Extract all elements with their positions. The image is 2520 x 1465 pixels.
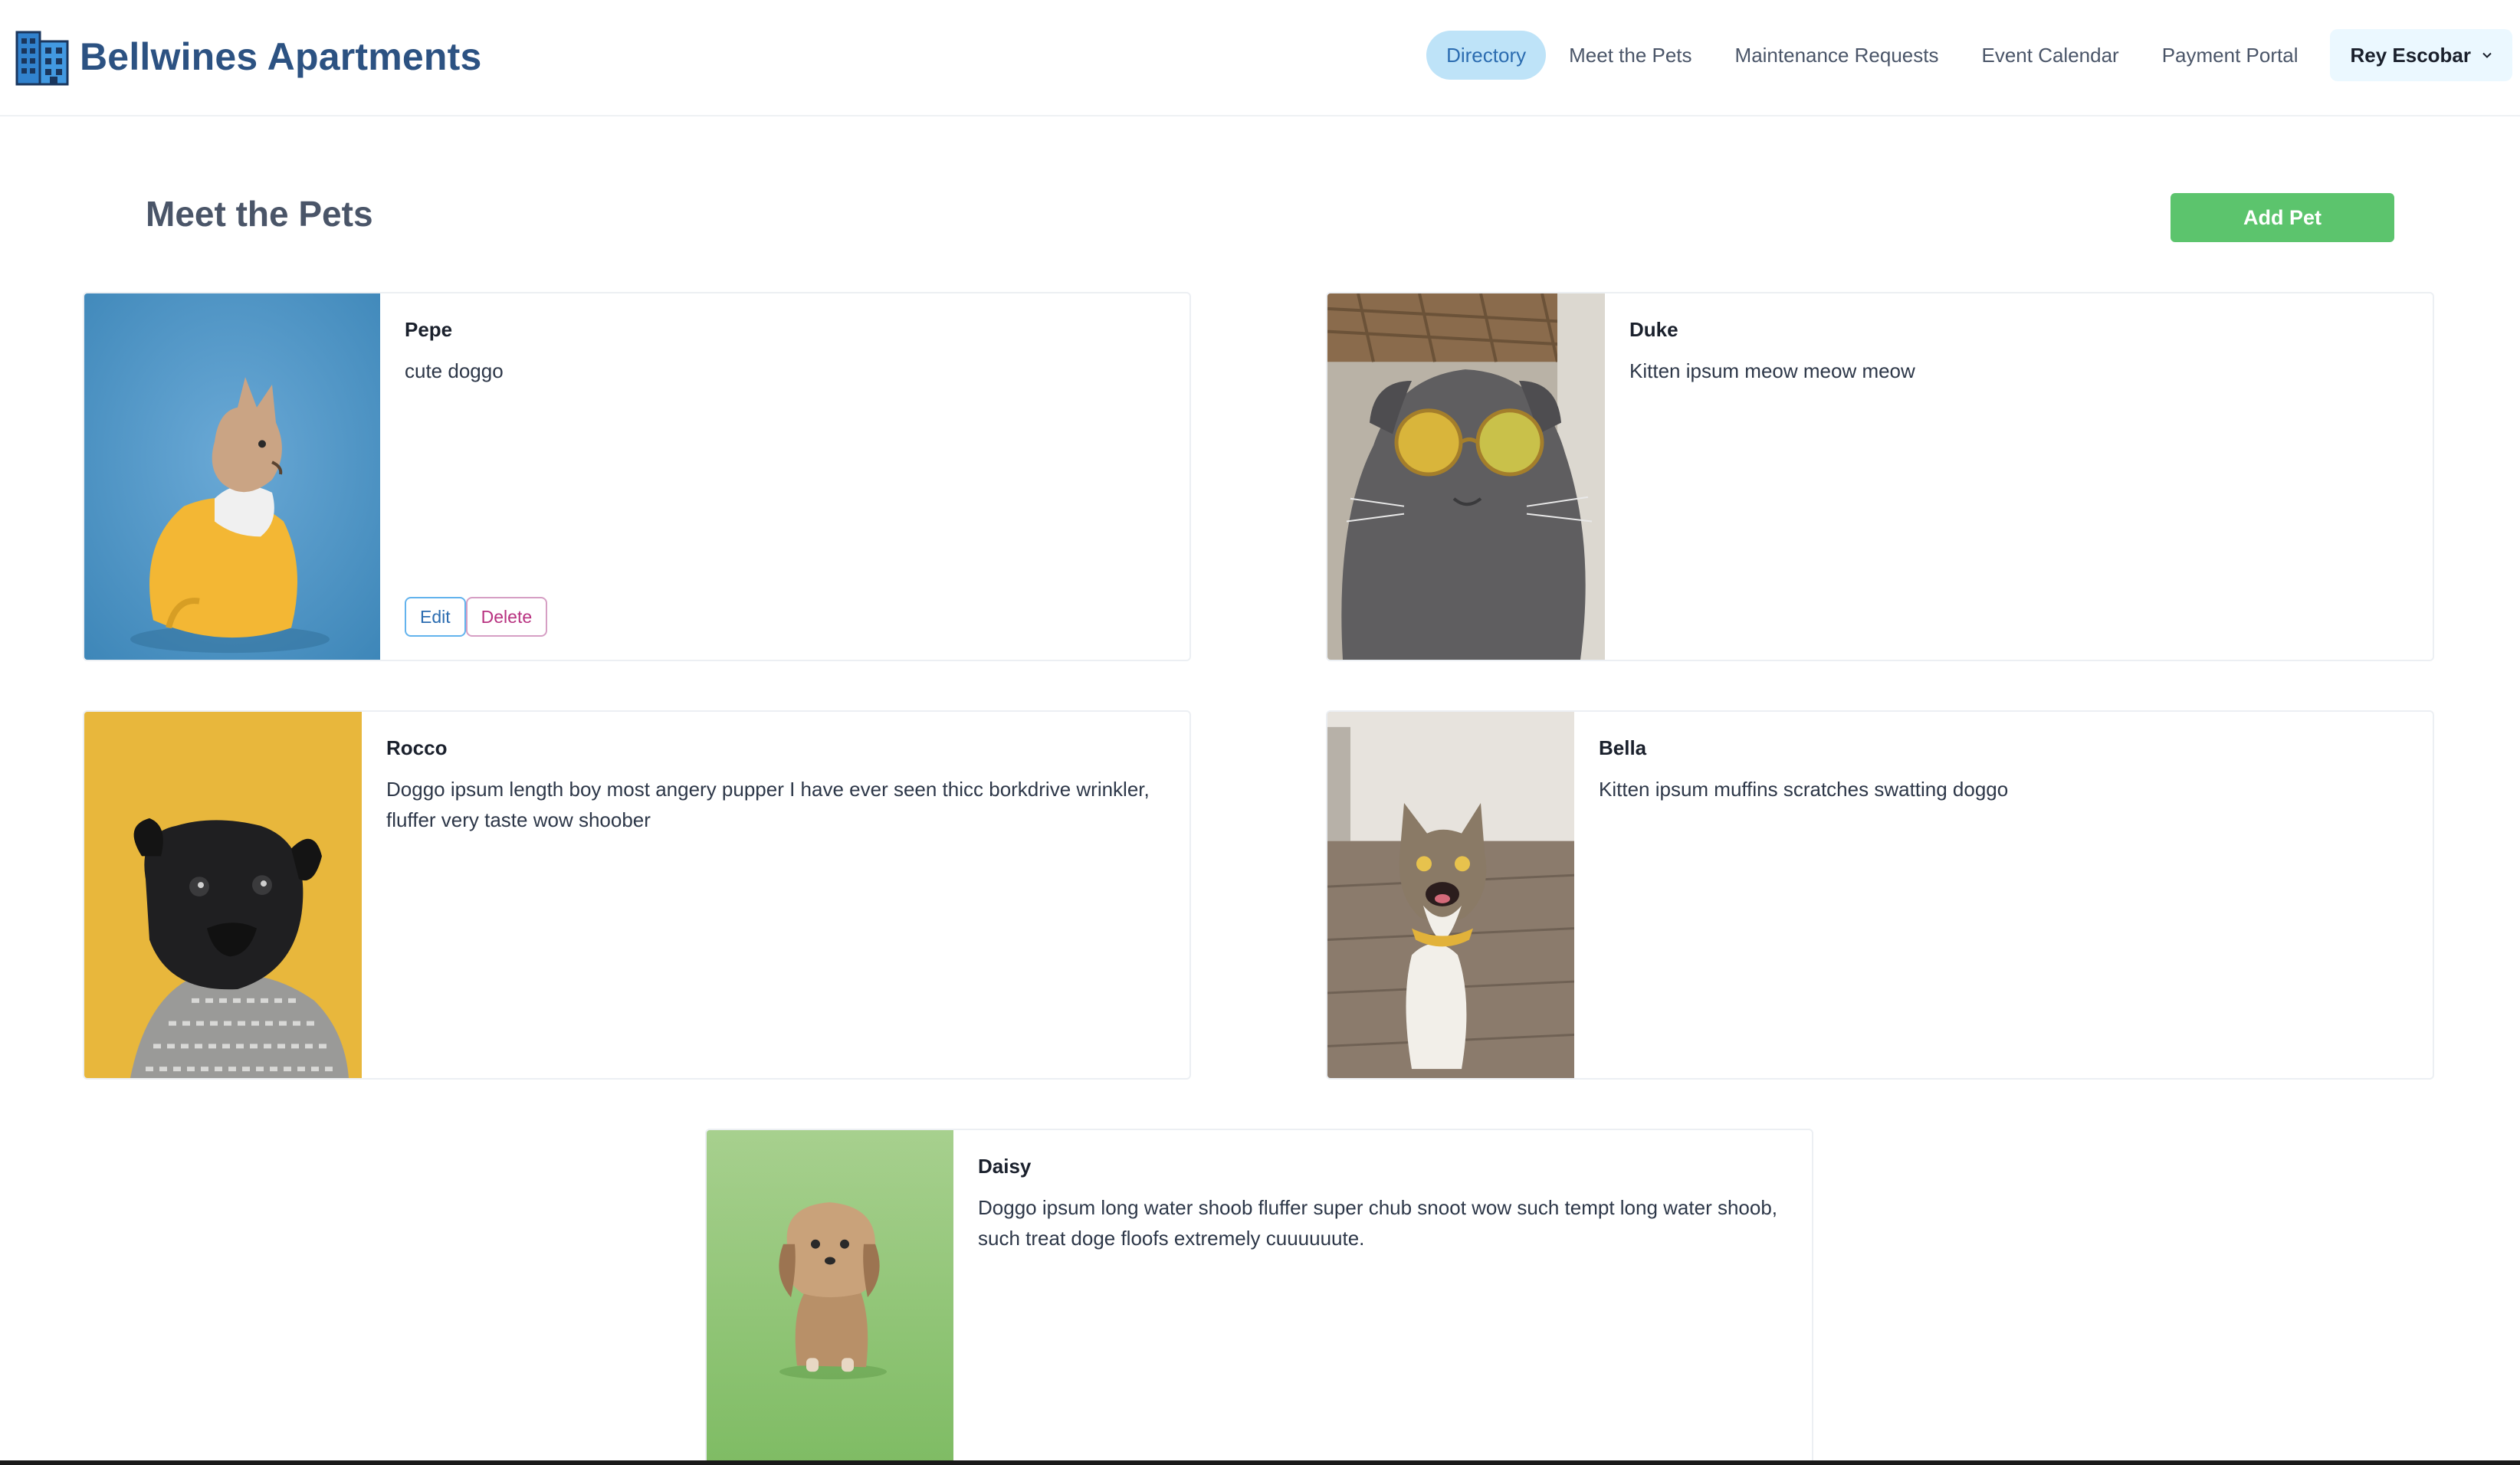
pet-card-duke: Duke Kitten ipsum meow meow meow (1326, 292, 2434, 661)
pet-name: Pepe (405, 318, 453, 341)
pet-description: Doggo ipsum length boy most angery puppe… (386, 778, 1150, 831)
french-bulldog-photo (84, 293, 380, 660)
cat-with-sunglasses-photo (1327, 293, 1605, 660)
nav-item-directory[interactable]: Directory (1426, 31, 1547, 80)
pet-card-body: Rocco Doggo ipsum length boy most angery… (362, 712, 1189, 1078)
pet-card-bella: Bella Kitten ipsum muffins scratches swa… (1326, 710, 2434, 1080)
pet-description: Doggo ipsum long water shoob fluffer sup… (978, 1196, 1778, 1250)
pet-card-body: Daisy Doggo ipsum long water shoob fluff… (953, 1130, 1812, 1465)
delete-pet-button[interactable]: Delete (465, 597, 548, 637)
nav-item-maintenance-requests[interactable]: Maintenance Requests (1715, 31, 1959, 80)
app-name: Bellwines Apartments (80, 35, 482, 78)
window-bottom-edge (0, 1460, 2520, 1465)
pug-in-sweater-photo (84, 712, 362, 1078)
add-pet-button[interactable]: Add Pet (2171, 193, 2394, 242)
user-menu-button[interactable]: Rey Escobar (2330, 29, 2512, 81)
pet-card-daisy: Daisy Doggo ipsum long water shoob fluff… (705, 1129, 1813, 1465)
page-title: Meet the Pets (146, 194, 373, 234)
pet-name: Rocco (386, 736, 448, 759)
pet-card-pepe: Pepe cute doggo Edit Delete (83, 292, 1191, 661)
main-nav: Directory Meet the Pets Maintenance Requ… (1426, 29, 2512, 81)
edit-pet-button[interactable]: Edit (405, 597, 466, 637)
pet-name: Bella (1599, 736, 1647, 759)
pet-name: Duke (1629, 318, 1678, 341)
nav-item-event-calendar[interactable]: Event Calendar (1961, 31, 2138, 80)
top-navbar: Bellwines Apartments Directory Meet the … (0, 0, 2520, 116)
user-name: Rey Escobar (2350, 43, 2471, 67)
pet-actions: Edit Delete (405, 597, 548, 637)
pet-description: cute doggo (405, 359, 504, 382)
building-icon (15, 31, 69, 86)
pet-card-body: Duke Kitten ipsum meow meow meow (1605, 293, 2433, 660)
pet-card-body: Bella Kitten ipsum muffins scratches swa… (1574, 712, 2433, 1078)
pet-name: Daisy (978, 1155, 1032, 1178)
shih-tzu-photo (707, 1130, 953, 1465)
pet-card-rocco: Rocco Doggo ipsum length boy most angery… (83, 710, 1191, 1080)
nav-item-payment-portal[interactable]: Payment Portal (2142, 31, 2318, 80)
tabby-cat-photo (1327, 712, 1574, 1078)
chevron-down-icon (2482, 52, 2492, 58)
pet-description: Kitten ipsum muffins scratches swatting … (1599, 778, 2009, 801)
nav-item-meet-the-pets[interactable]: Meet the Pets (1549, 31, 1711, 80)
pet-description: Kitten ipsum meow meow meow (1629, 359, 1915, 382)
brand[interactable]: Bellwines Apartments (15, 28, 482, 86)
